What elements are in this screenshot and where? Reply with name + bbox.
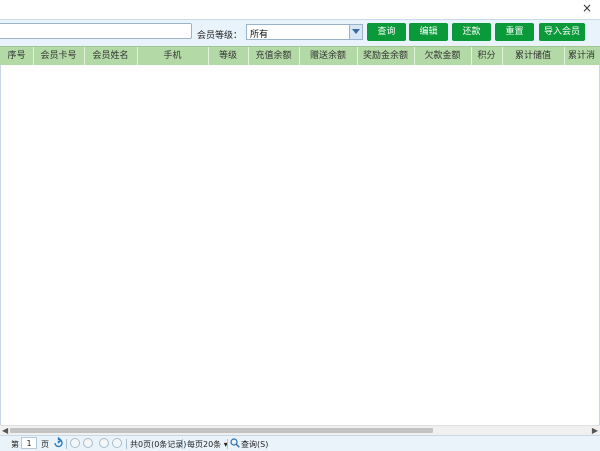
import-members-button[interactable]: 导入会员 xyxy=(539,23,585,41)
grid-body xyxy=(0,65,600,425)
refresh-icon[interactable] xyxy=(53,436,64,450)
search-input[interactable] xyxy=(0,23,192,39)
column-header[interactable]: 序号 xyxy=(0,47,34,65)
divider xyxy=(182,439,183,449)
first-page-icon[interactable] xyxy=(70,438,80,448)
grid-header: 序号 会员卡号 会员姓名 手机 等级 充值余额 赠送余额 奖励金余额 欠款金额 … xyxy=(0,46,600,66)
column-header[interactable]: 欠款金额 xyxy=(414,47,472,65)
page-prefix: 第 xyxy=(11,440,19,449)
scroll-left-icon[interactable]: ◀ xyxy=(2,426,8,435)
column-header[interactable]: 赠送余额 xyxy=(299,47,358,65)
member-level-label: 会员等级： xyxy=(197,31,243,41)
prev-page-icon[interactable] xyxy=(83,438,93,448)
column-header[interactable]: 积分 xyxy=(471,47,503,65)
column-header[interactable]: 累计消 xyxy=(564,47,600,65)
scroll-right-icon[interactable]: ▶ xyxy=(592,426,598,435)
chevron-down-icon[interactable] xyxy=(349,25,362,39)
edit-button[interactable]: 编辑 xyxy=(409,23,448,41)
repay-button[interactable]: 还款 xyxy=(452,23,491,41)
total-records-text: 共0页(0条记录) xyxy=(130,440,187,449)
toolbar: 会员等级： 所有 查询 编辑 还款 重置 导入会员 xyxy=(0,20,600,46)
column-header[interactable]: 等级 xyxy=(208,47,249,65)
search-icon xyxy=(230,438,240,450)
query-button[interactable]: 查询 xyxy=(367,23,406,41)
horizontal-scrollbar[interactable]: ◀ ▶ xyxy=(0,425,600,435)
column-header[interactable]: 会员卡号 xyxy=(33,47,85,65)
pagination-bar: 第 1 页 共0页(0条记录) 每页20条 ▾ 查询(S) xyxy=(0,435,600,451)
page-suffix: 页 xyxy=(41,440,49,449)
column-header[interactable]: 会员姓名 xyxy=(84,47,138,65)
column-header[interactable]: 奖励金余额 xyxy=(357,47,415,65)
query-link[interactable]: 查询(S) xyxy=(241,439,268,450)
column-header[interactable]: 累计储值 xyxy=(502,47,565,65)
divider xyxy=(126,439,127,449)
divider xyxy=(227,439,228,449)
page-number-input[interactable]: 1 xyxy=(21,437,37,449)
last-page-icon[interactable] xyxy=(112,438,122,448)
scrollbar-thumb[interactable] xyxy=(10,428,433,433)
close-icon[interactable]: × xyxy=(580,1,594,16)
column-header[interactable]: 充值余额 xyxy=(248,47,300,65)
reset-button[interactable]: 重置 xyxy=(495,23,534,41)
column-header[interactable]: 手机 xyxy=(137,47,209,65)
member-level-select[interactable]: 所有 xyxy=(246,24,363,40)
member-level-value: 所有 xyxy=(250,30,269,40)
per-page-select[interactable]: 每页20条 ▾ xyxy=(187,439,228,450)
title-bar: × xyxy=(0,0,600,20)
divider xyxy=(66,439,67,449)
next-page-icon[interactable] xyxy=(99,438,109,448)
